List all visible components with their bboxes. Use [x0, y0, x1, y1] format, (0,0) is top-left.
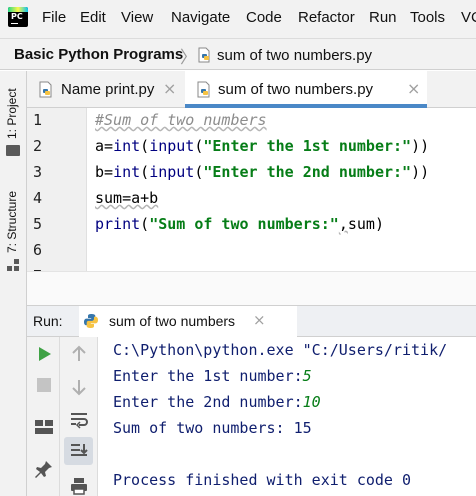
structure-tool-tab[interactable]: 7: Structure — [5, 191, 19, 253]
app-logo-text: PC — [11, 12, 23, 21]
breadcrumb-file[interactable]: sum of two numbers.py — [217, 47, 372, 64]
line-number: 5 — [33, 215, 43, 233]
code-token: ( — [140, 137, 150, 155]
line-number: 3 — [33, 163, 43, 181]
tab-name-print[interactable]: Name print.py × — [27, 71, 185, 108]
run-toolbar-primary — [27, 337, 60, 496]
layout-icon[interactable] — [34, 417, 54, 437]
code-token: = — [104, 137, 114, 155]
code-token: print — [95, 215, 141, 233]
menu-run[interactable]: Run — [369, 9, 397, 26]
pycharm-logo-icon: PC — [8, 7, 28, 27]
scroll-down-icon[interactable] — [69, 377, 89, 397]
console-exit-message: Process finished with exit code 0 — [113, 471, 412, 489]
code-string: "Sum of two numbers:" — [149, 215, 339, 233]
code-token: = — [104, 163, 114, 181]
menu-bar: PC File Edit View Navigate Code Refactor… — [0, 0, 476, 38]
console-output[interactable]: C:\Python\python.exe "C:/Users/ritik/ En… — [98, 337, 476, 496]
scroll-to-end-icon — [71, 444, 88, 456]
console-command: C:\Python\python.exe "C:/Users/ritik/ — [113, 341, 448, 359]
code-line-4: sum=a+b — [95, 189, 159, 207]
code-token: sum — [347, 215, 375, 233]
run-panel-header: Run: sum of two numbers × — [27, 305, 476, 337]
left-tool-strip: 1: Project 7: Structure — [0, 71, 27, 496]
code-token: )) — [411, 163, 430, 181]
console-result: Sum of two numbers: 15 — [113, 419, 312, 437]
code-token: ) — [374, 215, 384, 233]
code-token: ( — [140, 163, 150, 181]
run-toolbar-secondary — [60, 337, 98, 496]
code-string: "Enter the 2nd number:" — [203, 163, 412, 181]
scroll-up-icon[interactable] — [69, 344, 89, 364]
run-icon[interactable] — [34, 344, 54, 364]
code-string: "Enter the 1st number:" — [203, 137, 412, 155]
console-line: Enter the 2nd number:10 — [113, 393, 321, 411]
code-token: )) — [411, 137, 430, 155]
menu-file[interactable]: File — [42, 9, 66, 26]
code-token: a — [95, 137, 105, 155]
code-line-2: a=int(input("Enter the 1st number:")) — [95, 137, 429, 155]
editor-tab-bar: Name print.py × sum of two numbers.py × — [27, 71, 476, 108]
line-number-gutter: 1 2 3 4 5 6 7 — [27, 108, 87, 271]
code-editor[interactable]: 1 2 3 4 5 6 7 #Sum of two numbers a=int(… — [27, 108, 476, 271]
pin-icon[interactable] — [34, 459, 54, 479]
console-user-input: 5 — [302, 367, 312, 385]
python-file-icon — [39, 81, 52, 98]
python-icon — [84, 314, 98, 328]
menu-view[interactable]: View — [121, 9, 153, 26]
breadcrumb-separator: 〉 — [180, 48, 197, 68]
run-tab-label: sum of two numbers — [109, 313, 236, 329]
tab-label: Name print.py — [61, 81, 155, 98]
line-number: 4 — [33, 189, 43, 207]
close-icon[interactable]: × — [163, 79, 176, 98]
line-number: 6 — [33, 241, 43, 259]
console-prompt: Enter the 1st number: — [113, 367, 303, 385]
python-file-icon — [197, 81, 210, 98]
tab-sum-of-two-numbers[interactable]: sum of two numbers.py × — [185, 71, 427, 108]
print-icon[interactable] — [69, 476, 89, 496]
console-line: Enter the 1st number:5 — [113, 367, 312, 385]
folder-icon[interactable] — [6, 145, 20, 156]
menu-code[interactable]: Code — [246, 9, 282, 26]
comment: #Sum of two numbers — [95, 111, 267, 129]
menu-refactor[interactable]: Refactor — [298, 9, 355, 26]
breadcrumb: Basic Python Programs 〉 sum of two numbe… — [0, 38, 476, 70]
code-token: input — [149, 137, 195, 155]
code-token: b — [95, 163, 105, 181]
code-token: int — [113, 137, 141, 155]
line-number: 2 — [33, 137, 43, 155]
console-user-input: 10 — [302, 393, 321, 411]
code-token: ( — [140, 215, 150, 233]
code-token: input — [149, 163, 195, 181]
code-line-3: b=int(input("Enter the 2nd number:")) — [95, 163, 429, 181]
menu-vcs[interactable]: VC — [461, 9, 476, 26]
breadcrumb-project[interactable]: Basic Python Programs — [14, 46, 183, 63]
run-config-tab[interactable]: sum of two numbers × — [79, 306, 297, 337]
stop-icon[interactable] — [34, 375, 54, 395]
soft-wrap-icon[interactable] — [69, 409, 89, 429]
code-token: , — [338, 215, 348, 233]
scroll-to-end-toggle[interactable] — [64, 437, 93, 465]
editor-bottom-spacer — [27, 271, 476, 305]
project-tool-tab[interactable]: 1: Project — [5, 88, 19, 139]
python-file-icon — [198, 47, 210, 63]
code-line-1: #Sum of two numbers — [95, 111, 267, 129]
tab-label: sum of two numbers.py — [218, 81, 374, 98]
line-number: 1 — [33, 111, 43, 129]
console-prompt: Enter the 2nd number: — [113, 393, 303, 411]
code-line-5: print("Sum of two numbers:",sum) — [95, 215, 384, 233]
menu-tools[interactable]: Tools — [410, 9, 445, 26]
code-token: int — [113, 163, 141, 181]
close-icon[interactable]: × — [407, 79, 420, 98]
menu-edit[interactable]: Edit — [80, 9, 106, 26]
run-panel-title: Run: — [33, 313, 63, 329]
close-icon[interactable]: × — [253, 311, 266, 329]
structure-icon[interactable] — [7, 259, 20, 272]
menu-navigate[interactable]: Navigate — [171, 9, 230, 26]
